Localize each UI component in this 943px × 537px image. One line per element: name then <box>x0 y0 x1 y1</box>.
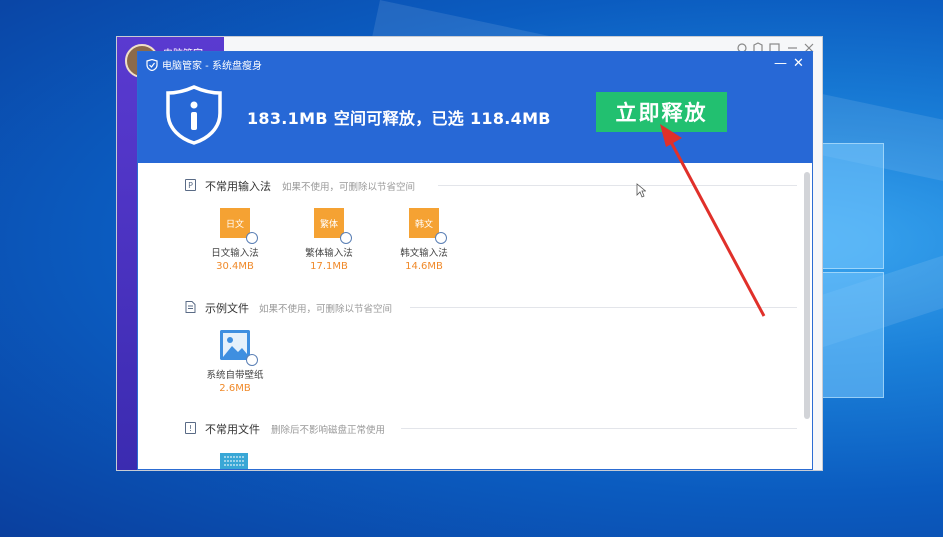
list-item-japanese-ime[interactable]: 日文 日文输入法 30.4MB <box>200 208 270 272</box>
item-size: 14.6MB <box>405 261 443 272</box>
shield-icon <box>146 58 158 71</box>
dialog-title-text: 电脑管家 - 系统盘瘦身 <box>162 61 262 72</box>
close-button[interactable]: ✕ <box>793 56 804 71</box>
section-description: 删除后不影响磁盘正常使用 <box>271 425 386 436</box>
section-icon: ! <box>185 422 196 434</box>
section-sample-files: 示例文件 如果不使用，可删除以节省空间 <box>185 300 797 316</box>
item-name: 系统自带壁纸 <box>206 370 264 381</box>
item-name: 韩文输入法 <box>400 248 448 259</box>
input-method-icon: 繁体 <box>314 208 344 238</box>
section-title: 不常用文件 <box>205 423 260 436</box>
mouse-cursor-icon <box>636 183 646 198</box>
document-icon <box>185 301 196 313</box>
input-method-icon: 韩文 <box>409 208 439 238</box>
list-item-korean-ime[interactable]: 韩文 韩文输入法 14.6MB <box>389 208 459 272</box>
release-now-button[interactable]: 立即释放 <box>596 92 727 132</box>
item-checkbox[interactable] <box>435 232 447 244</box>
file-icon <box>220 453 248 469</box>
section-title: 示例文件 <box>205 302 249 315</box>
image-file-icon <box>220 330 250 360</box>
space-summary: 183.1MB 空间可释放，已选 118.4MB <box>247 109 551 128</box>
item-name: 繁体输入法 <box>305 248 353 259</box>
dialog-header: 电脑管家 - 系统盘瘦身 — ✕ 183.1MB 空间可释放，已选 118.4M… <box>138 52 812 163</box>
item-name: 日文输入法 <box>211 248 259 259</box>
item-checkbox[interactable] <box>340 232 352 244</box>
divider <box>410 307 797 308</box>
item-checkbox[interactable] <box>246 232 258 244</box>
divider <box>438 185 797 186</box>
section-unused-files: ! 不常用文件 删除后不影响磁盘正常使用 <box>185 421 797 437</box>
list-item-traditional-ime[interactable]: 繁体 繁体输入法 17.1MB <box>294 208 364 272</box>
section-title: 不常用输入法 <box>205 180 271 193</box>
item-size: 2.6MB <box>219 383 251 394</box>
disk-slimming-dialog: 电脑管家 - 系统盘瘦身 — ✕ 183.1MB 空间可释放，已选 118.4M… <box>138 52 812 469</box>
security-shield-icon <box>166 85 222 145</box>
divider <box>401 428 797 429</box>
section-description: 如果不使用，可删除以节省空间 <box>259 304 393 315</box>
input-method-icon: 日文 <box>220 208 250 238</box>
minimize-button[interactable]: — <box>774 56 787 71</box>
section-input-methods: P 不常用输入法 如果不使用，可删除以节省空间 <box>185 178 797 194</box>
item-checkbox[interactable] <box>246 354 258 366</box>
item-size: 17.1MB <box>310 261 348 272</box>
item-size: 30.4MB <box>216 261 254 272</box>
scrollbar[interactable] <box>804 172 810 419</box>
section-description: 如果不使用，可删除以节省空间 <box>282 182 416 193</box>
list-item-system-wallpaper[interactable]: 系统自带壁纸 2.6MB <box>200 330 270 394</box>
dialog-title: 电脑管家 - 系统盘瘦身 <box>146 57 262 72</box>
section-icon: P <box>185 179 196 191</box>
